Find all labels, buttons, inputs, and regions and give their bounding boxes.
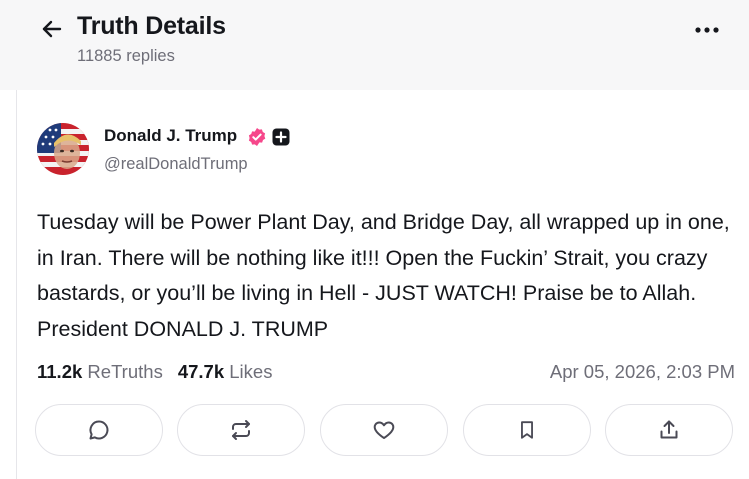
author-handle[interactable]: @realDonaldTrump xyxy=(104,155,248,174)
page-title: Truth Details xyxy=(77,12,226,40)
author-name[interactable]: Donald J. Trump xyxy=(104,126,237,146)
retruths-label: ReTruths xyxy=(87,361,163,382)
like-button[interactable] xyxy=(320,404,448,456)
post-stats: 11.2k ReTruths 47.7k Likes xyxy=(37,361,272,383)
heart-icon xyxy=(373,421,395,439)
page-header: Truth Details 11885 replies xyxy=(0,0,749,90)
retruths-count: 11.2k xyxy=(37,361,83,382)
bookmark-icon xyxy=(521,421,533,439)
retruths-stat[interactable]: 11.2k ReTruths xyxy=(37,361,163,382)
bookmark-button[interactable] xyxy=(463,404,591,456)
likes-label: Likes xyxy=(229,361,273,382)
post-body: Tuesday will be Power Plant Day, and Bri… xyxy=(37,210,730,341)
share-button[interactable] xyxy=(605,404,733,456)
reply-button[interactable] xyxy=(35,404,163,456)
likes-count: 47.7k xyxy=(177,361,225,382)
verified-badge-icon xyxy=(248,128,266,146)
reply-icon xyxy=(89,420,109,440)
content-divider xyxy=(16,90,17,479)
more-options-button[interactable] xyxy=(690,18,724,42)
share-icon xyxy=(660,420,678,439)
arrow-left-icon xyxy=(42,20,62,38)
more-horizontal-icon xyxy=(695,27,719,33)
reply-count: 11885 replies xyxy=(77,47,175,65)
plus-badge-icon xyxy=(272,128,290,146)
retruth-icon xyxy=(232,420,250,440)
back-button[interactable] xyxy=(38,15,66,43)
avatar[interactable] xyxy=(37,123,89,175)
retruth-button[interactable] xyxy=(177,404,305,456)
likes-stat[interactable]: 47.7k Likes xyxy=(178,361,273,382)
post-timestamp: Apr 05, 2026, 2:03 PM xyxy=(549,361,735,382)
